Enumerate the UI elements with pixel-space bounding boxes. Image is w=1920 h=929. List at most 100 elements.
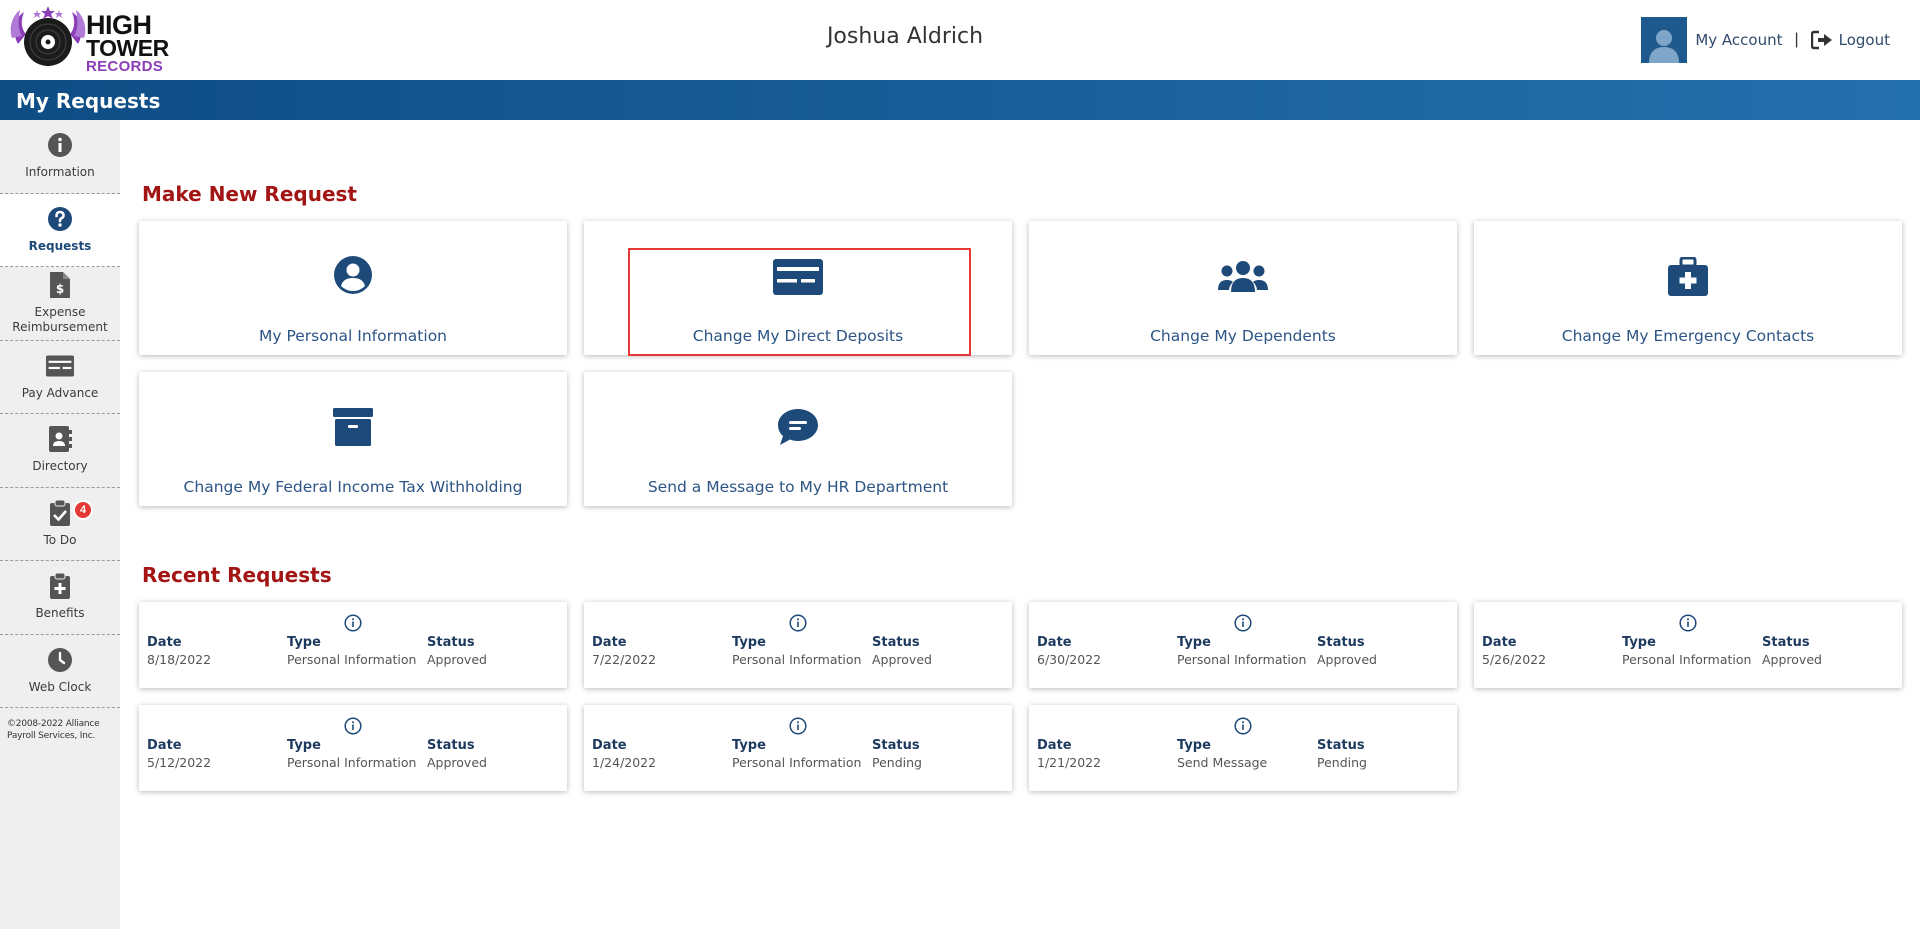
recent-request-fields: Date 1/21/2022 Type Send Message Status Pen…	[1037, 738, 1457, 770]
sidebar-item-information[interactable]: Information	[0, 120, 120, 194]
status-header: Status	[872, 738, 920, 753]
status-header: Status	[872, 635, 920, 650]
sign-out-icon	[1810, 30, 1832, 50]
logo-line-3: RECORDS	[86, 58, 164, 75]
type-header: Type	[287, 635, 321, 650]
clock-icon	[46, 646, 74, 674]
sidebar-item-benefits[interactable]: Benefits	[0, 561, 120, 635]
receipt-dollar-icon: $	[46, 271, 74, 299]
recent-request-card[interactable]: Date 5/26/2022 Type Personal Information S…	[1474, 602, 1902, 688]
request-card-label: Send a Message to My HR Department	[647, 478, 949, 496]
sidebar: Information Requests $ Expense Reimburse…	[0, 120, 120, 929]
address-book-icon	[46, 425, 74, 453]
todo-count-badge: 4	[73, 499, 93, 520]
logout-button[interactable]: Logout	[1810, 30, 1890, 50]
type-value: Personal Information	[287, 652, 417, 667]
info-icon[interactable]	[1029, 614, 1457, 632]
status-value: Approved	[427, 652, 487, 667]
top-header: HIGH TOWER RECORDS Joshua Aldrich My Acc…	[0, 0, 1920, 80]
date-header: Date	[1037, 738, 1072, 753]
logout-label: Logout	[1838, 31, 1890, 49]
info-icon[interactable]	[1029, 717, 1457, 735]
request-card-label: Change My Federal Income Tax Withholding	[183, 478, 523, 496]
status-header: Status	[427, 738, 475, 753]
money-check-icon	[46, 352, 74, 380]
user-silhouette-icon	[1649, 30, 1680, 63]
avatar[interactable]	[1641, 17, 1688, 63]
date-value: 1/21/2022	[1037, 755, 1102, 770]
recent-request-fields: Date 6/30/2022 Type Personal Information S…	[1037, 635, 1457, 667]
sidebar-item-label: To Do	[43, 532, 77, 547]
sidebar-item-to-do[interactable]: 4 To Do	[0, 488, 120, 561]
status-header: Status	[427, 635, 475, 650]
request-card-label: My Personal Information	[258, 327, 447, 345]
main-content: Make New Request My Personal Information…	[120, 120, 1920, 929]
recent-request-card[interactable]: Date 1/24/2022 Type Personal Information S…	[584, 705, 1012, 791]
recent-request-card[interactable]: Date 5/12/2022 Type Personal Information S…	[139, 705, 567, 791]
request-card-federal-tax-withholding[interactable]: Change My Federal Income Tax Withholding	[139, 372, 567, 506]
sidebar-item-label: Web Clock	[28, 679, 92, 694]
recent-requests-title: Recent Requests	[142, 563, 332, 587]
message-bubble-icon	[584, 408, 1012, 446]
recent-request-card[interactable]: Date 7/22/2022 Type Personal Information S…	[584, 602, 1012, 688]
type-value: Personal Information	[287, 755, 417, 770]
type-value: Personal Information	[1177, 652, 1307, 667]
status-header: Status	[1317, 738, 1365, 753]
recent-request-fields: Date 1/24/2022 Type Personal Information S…	[592, 738, 1012, 770]
info-icon[interactable]	[584, 717, 1012, 735]
user-name: Joshua Aldrich	[826, 24, 984, 49]
sidebar-item-web-clock[interactable]: Web Clock	[0, 635, 120, 708]
info-icon[interactable]	[139, 717, 567, 735]
clipboard-check-icon	[46, 499, 74, 527]
info-icon[interactable]	[584, 614, 1012, 632]
recent-request-fields: Date 5/26/2022 Type Personal Information S…	[1482, 635, 1902, 667]
status-value: Approved	[872, 652, 932, 667]
date-value: 5/26/2022	[1482, 652, 1547, 667]
recent-request-card[interactable]: Date 1/21/2022 Type Send Message Status Pen…	[1029, 705, 1457, 791]
sidebar-item-label: Expense Reimbursement	[12, 304, 108, 335]
request-card-dependents[interactable]: Change My Dependents	[1029, 221, 1457, 355]
recent-request-card[interactable]: Date 6/30/2022 Type Personal Information S…	[1029, 602, 1457, 688]
status-header: Status	[1317, 635, 1365, 650]
recent-request-card[interactable]: Date 8/18/2022 Type Personal Information S…	[139, 602, 567, 688]
page-title-bar: My Requests	[0, 80, 1920, 120]
status-value: Pending	[872, 755, 922, 770]
sidebar-item-label: Requests	[28, 238, 92, 253]
sidebar-item-requests[interactable]: Requests	[0, 193, 120, 267]
svg-text:$: $	[56, 282, 64, 296]
type-header: Type	[287, 738, 321, 753]
request-card-direct-deposits[interactable]: Change My Direct Deposits	[584, 221, 1012, 355]
info-circle-icon	[46, 131, 74, 159]
question-circle-icon	[46, 205, 74, 233]
info-icon[interactable]	[139, 614, 567, 632]
type-header: Type	[1177, 738, 1211, 753]
page-title: My Requests	[16, 89, 161, 113]
type-header: Type	[732, 738, 766, 753]
info-icon[interactable]	[1474, 614, 1902, 632]
date-header: Date	[147, 635, 182, 650]
date-value: 7/22/2022	[592, 652, 657, 667]
date-header: Date	[1037, 635, 1072, 650]
user-circle-icon	[139, 255, 567, 295]
status-value: Pending	[1317, 755, 1367, 770]
request-card-personal-information[interactable]: My Personal Information	[139, 221, 567, 355]
date-header: Date	[592, 738, 627, 753]
request-card-emergency-contacts[interactable]: Change My Emergency Contacts	[1474, 221, 1902, 355]
sidebar-item-pay-advance[interactable]: Pay Advance	[0, 341, 120, 414]
type-value: Personal Information	[732, 652, 862, 667]
request-card-send-hr-message[interactable]: Send a Message to My HR Department	[584, 372, 1012, 506]
type-header: Type	[1622, 635, 1656, 650]
recent-request-fields: Date 5/12/2022 Type Personal Information S…	[147, 738, 567, 770]
sidebar-item-directory[interactable]: Directory	[0, 414, 120, 488]
type-header: Type	[1177, 635, 1211, 650]
sidebar-item-label: Pay Advance	[21, 385, 99, 400]
type-value: Personal Information	[1622, 652, 1752, 667]
date-value: 5/12/2022	[147, 755, 212, 770]
status-header: Status	[1762, 635, 1810, 650]
archive-box-icon	[139, 408, 567, 446]
status-value: Approved	[427, 755, 487, 770]
status-value: Approved	[1317, 652, 1377, 667]
sidebar-item-expense-reimbursement[interactable]: $ Expense Reimbursement	[0, 267, 120, 341]
my-account-link[interactable]: My Account	[1695, 31, 1782, 49]
make-new-request-title: Make New Request	[142, 182, 357, 206]
